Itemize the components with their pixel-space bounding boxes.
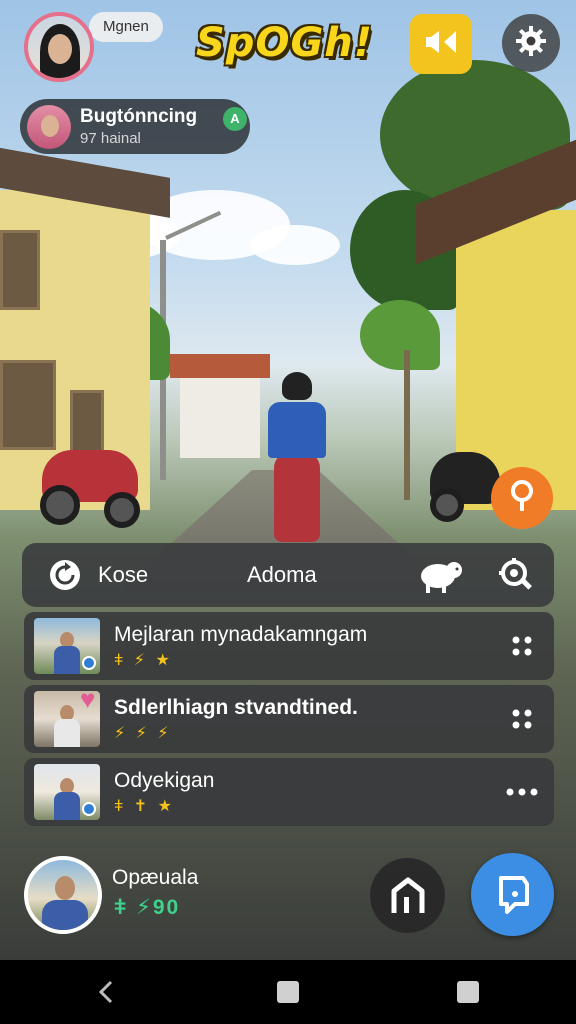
host-subtitle: 97 hainal [80, 130, 141, 147]
distant-house [170, 354, 270, 458]
recents-button[interactable] [450, 974, 486, 1010]
list-item-rating: ǂ ✝ ★ [114, 798, 175, 815]
adoma-label: Adoma [247, 562, 317, 587]
gear-icon [515, 25, 547, 62]
host-name: Bugtónncing [80, 106, 198, 127]
sound-button[interactable] [410, 14, 472, 74]
list-item-rating: ⚡ ⚡ ⚡ [114, 725, 172, 742]
list-item[interactable]: Odyekigan ǂ ✝ ★ [24, 758, 554, 826]
profile-score: ǂ ⚡90 [114, 896, 181, 919]
user-avatar[interactable] [24, 12, 94, 82]
list-item-title: Mejlaran mynadakamngam [114, 623, 368, 646]
list-item-title: Sdlerlhiagn stvandtined. [114, 696, 358, 719]
dots-grid-icon [511, 635, 533, 657]
banana-trunk [404, 350, 410, 500]
kose-button[interactable]: Kose [48, 543, 148, 607]
list-item-title: Odyekigan [114, 769, 215, 792]
kose-label: Kose [98, 562, 149, 587]
profile-avatar[interactable] [24, 856, 102, 934]
cloud [250, 225, 340, 265]
username-pill[interactable]: Mgnen [89, 12, 163, 42]
chat-icon [493, 874, 533, 916]
live-host-card[interactable]: Bugtónncing 97 hainal A [20, 99, 250, 154]
banana-tree [360, 300, 440, 370]
dots-grid-icon [511, 708, 533, 730]
action-toolbar: Kose Adoma [22, 543, 554, 607]
rider-on-scooter [262, 372, 332, 542]
recents-square-icon [457, 981, 479, 1003]
wheel [430, 488, 464, 522]
location-pin-icon [508, 479, 536, 518]
host-avatar [27, 105, 71, 149]
list-item[interactable]: Sdlerlhiagn stvandtined. ⚡ ⚡ ⚡ [24, 685, 554, 753]
username-label: Mgnen [103, 18, 149, 35]
sheep-icon [418, 556, 464, 594]
back-arrow-icon [97, 979, 115, 1005]
list-item-menu-button[interactable] [506, 703, 538, 735]
wheel [104, 492, 140, 528]
settings-button[interactable] [502, 14, 560, 72]
app-logo: SpOGh! [196, 20, 373, 66]
heart-icon: ♥ [80, 684, 96, 714]
list-item-rating: ǂ ⚡ ★ [114, 652, 173, 669]
host-badge: A [223, 107, 247, 131]
system-nav-bar [0, 960, 576, 1024]
back-button[interactable] [88, 974, 124, 1010]
pet-button[interactable] [418, 543, 464, 607]
search-button[interactable] [498, 543, 534, 607]
refresh-icon [48, 558, 82, 592]
adoma-tab[interactable]: Adoma [247, 543, 317, 607]
home-square-icon [277, 981, 299, 1003]
wheel [40, 485, 80, 525]
home-button[interactable] [370, 858, 445, 933]
home-nav-button[interactable] [270, 974, 306, 1010]
list-item-thumbnail [34, 618, 100, 674]
chat-button[interactable] [471, 853, 554, 936]
profile-name: Opæuala [112, 866, 199, 889]
list-item-menu-button[interactable] [506, 630, 538, 662]
search-gear-icon [498, 557, 534, 593]
more-dots-icon [505, 787, 539, 797]
location-button[interactable] [491, 467, 553, 529]
list-item-more-button[interactable] [506, 776, 538, 808]
home-icon [390, 877, 426, 915]
list-item-thumbnail [34, 764, 100, 820]
speaker-icon [424, 29, 458, 60]
list-item[interactable]: Mejlaran mynadakamngam ǂ ⚡ ★ [24, 612, 554, 680]
